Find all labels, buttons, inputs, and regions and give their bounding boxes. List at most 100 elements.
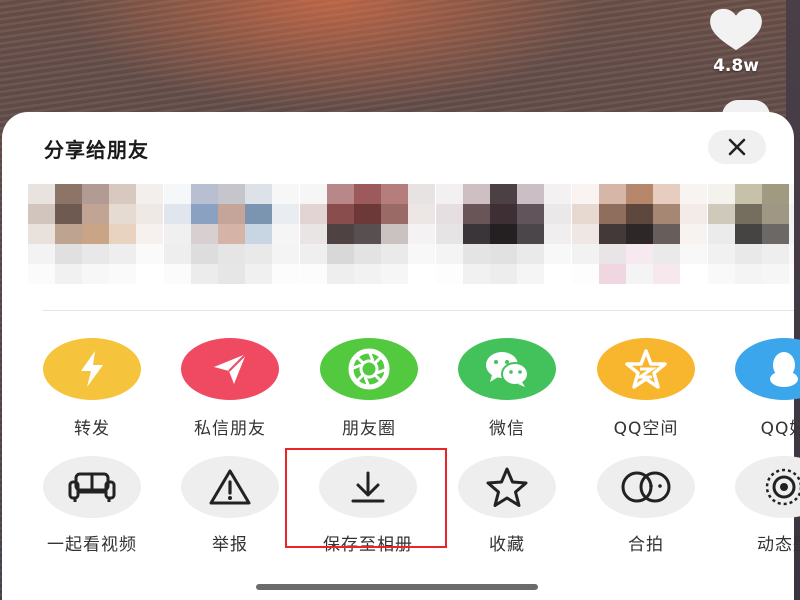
paper-plane-icon <box>214 353 247 384</box>
avatar-mosaic-cell <box>544 244 571 264</box>
avatar-mosaic-cell <box>327 264 354 284</box>
avatar-mosaic-cell <box>109 264 136 284</box>
share-target-label: 私信朋友 <box>194 419 266 439</box>
avatar-mosaic-cell <box>136 224 163 244</box>
heart-icon <box>710 8 762 51</box>
avatar-mosaic-cell <box>354 224 381 244</box>
share-targets-row: 转发 私信朋友 朋友圈 微信 QQ空间 QQ好 <box>2 338 800 439</box>
avatar-mosaic-cell <box>599 184 626 204</box>
avatar-mosaic-cell <box>82 224 109 244</box>
avatar-mosaic-cell <box>490 244 517 264</box>
avatar-mosaic-cell <box>327 244 354 264</box>
warning-icon <box>209 469 251 505</box>
avatar-mosaic-cell <box>762 264 789 284</box>
avatar-mosaic-cell <box>82 244 109 264</box>
avatar-mosaic-cell <box>164 204 191 224</box>
qzone-star-icon <box>625 349 667 389</box>
share-target-qzone[interactable]: QQ空间 <box>576 338 716 439</box>
favorite-button[interactable]: 收藏 <box>437 456 577 555</box>
avatar-mosaic-cell <box>436 184 463 204</box>
avatar-mosaic-cell <box>599 204 626 224</box>
highlight-box <box>285 448 447 548</box>
avatar-mosaic-cell <box>572 244 599 264</box>
avatar-mosaic-cell <box>272 224 299 244</box>
avatar-mosaic-cell <box>517 224 544 244</box>
friend-avatar[interactable] <box>572 182 708 294</box>
avatar-mosaic-cell <box>626 224 653 244</box>
avatar-mosaic-cell <box>463 204 490 224</box>
home-indicator <box>256 584 538 590</box>
avatar-mosaic-cell <box>517 204 544 224</box>
share-target-circle <box>320 338 418 400</box>
avatar-mosaic-cell <box>708 204 735 224</box>
avatar-mosaic-cell <box>245 184 272 204</box>
avatar-mosaic-cell <box>708 244 735 264</box>
report-button[interactable]: 举报 <box>160 456 300 555</box>
share-target-moments[interactable]: 朋友圈 <box>299 338 439 439</box>
share-target-circle <box>43 338 141 400</box>
wechat-icon <box>486 352 529 387</box>
avatar-mosaic-cell <box>381 224 408 244</box>
avatar-mosaic-cell <box>55 224 82 244</box>
like-button[interactable]: 4.8w <box>700 6 772 76</box>
avatar-mosaic-cell <box>680 184 707 204</box>
avatar-mosaic-cell <box>680 204 707 224</box>
friend-avatar[interactable] <box>164 182 300 294</box>
avatar-mosaic-cell <box>735 204 762 224</box>
avatar-mosaic-cell <box>490 184 517 204</box>
avatar-mosaic-cell <box>191 204 218 224</box>
avatar-mosaic-cell <box>653 224 680 244</box>
avatar-mosaic-cell <box>55 184 82 204</box>
avatar-mosaic-cell <box>28 204 55 224</box>
avatar-mosaic-cell <box>680 224 707 244</box>
share-target-label: QQ空间 <box>613 419 679 439</box>
avatar-mosaic-cell <box>517 244 544 264</box>
watch-together-button[interactable]: 一起看视频 <box>22 456 162 555</box>
avatar-mosaic-cell <box>327 204 354 224</box>
avatar-mosaic-cell <box>164 224 191 244</box>
avatar-mosaic-cell <box>436 224 463 244</box>
friend-avatar[interactable] <box>436 182 572 294</box>
share-target-repost[interactable]: 转发 <box>22 338 162 439</box>
avatar-mosaic-cell <box>599 224 626 244</box>
friend-avatar[interactable] <box>300 182 436 294</box>
avatar-mosaic-cell <box>381 184 408 204</box>
avatar-mosaic-cell <box>191 224 218 244</box>
avatar-mosaic-cell <box>463 224 490 244</box>
avatar-mosaic-cell <box>218 244 245 264</box>
avatar-mosaic-cell <box>626 264 653 284</box>
avatar-mosaic-cell <box>245 204 272 224</box>
avatar-mosaic-cell <box>272 264 299 284</box>
share-target-qq-friends[interactable]: QQ好 <box>714 338 800 439</box>
avatar-mosaic-cell <box>789 224 794 244</box>
avatar-mosaic-cell <box>544 184 571 204</box>
avatar-mosaic-cell <box>436 264 463 284</box>
avatar-mosaic-cell <box>544 224 571 244</box>
share-target-private-message[interactable]: 私信朋友 <box>160 338 300 439</box>
duet-icon <box>621 471 671 503</box>
avatar-mosaic-cell <box>708 224 735 244</box>
avatar-mosaic-cell <box>463 184 490 204</box>
avatar-mosaic-cell <box>164 184 191 204</box>
avatar-mosaic-cell <box>136 204 163 224</box>
avatar-mosaic-cell <box>381 204 408 224</box>
avatar-mosaic-cell <box>245 224 272 244</box>
share-target-wechat[interactable]: 微信 <box>437 338 577 439</box>
avatar-mosaic-cell <box>626 184 653 204</box>
avatar-mosaic-cell <box>544 264 571 284</box>
share-target-circle <box>458 338 556 400</box>
avatar-mosaic-cell <box>300 184 327 204</box>
live-wallpaper-icon <box>765 468 800 506</box>
avatar-mosaic-cell <box>354 204 381 224</box>
friend-avatar[interactable] <box>708 182 794 294</box>
avatar-mosaic-cell <box>272 184 299 204</box>
avatar-mosaic-cell <box>191 244 218 264</box>
live-wallpaper-button[interactable]: 动态壁 <box>714 456 800 555</box>
avatar-mosaic-cell <box>327 224 354 244</box>
close-button[interactable] <box>708 130 766 164</box>
avatar-mosaic-cell <box>28 264 55 284</box>
sofa-icon <box>68 472 116 502</box>
friend-avatar[interactable] <box>28 182 164 294</box>
duet-button[interactable]: 合拍 <box>576 456 716 555</box>
action-circle <box>458 456 556 518</box>
